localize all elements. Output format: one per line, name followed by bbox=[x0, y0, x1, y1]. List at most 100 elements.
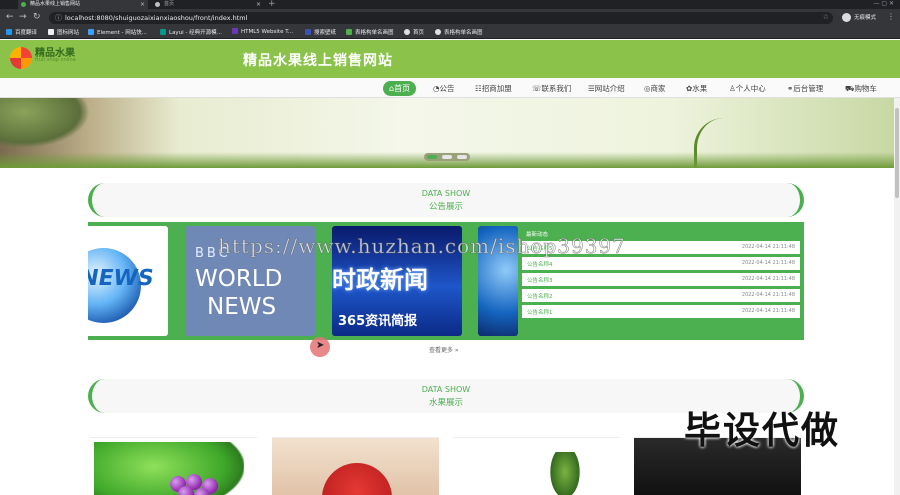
about-icon: ☰ bbox=[588, 84, 595, 93]
user-icon: ♙ bbox=[729, 84, 736, 93]
reload-icon[interactable]: ↻ bbox=[33, 12, 41, 22]
carousel-dot[interactable] bbox=[442, 155, 452, 159]
new-tab-button[interactable]: + bbox=[268, 0, 276, 9]
notice-time: 2022-04-14 21:11:48 bbox=[741, 260, 795, 266]
tab-title: 首页 bbox=[164, 1, 175, 7]
notice-title: 公告名称1 bbox=[527, 310, 553, 316]
site-header: 精品水果 fruit shop online 精品水果线上销售网站 bbox=[0, 40, 900, 78]
window-controls[interactable]: — ▢ ✕ bbox=[873, 0, 894, 7]
bookmark-item[interactable]: 表格构单名画图 bbox=[435, 28, 483, 36]
product-card-berry[interactable] bbox=[272, 437, 439, 495]
back-icon[interactable]: ← bbox=[6, 12, 14, 22]
bookmark-item[interactable]: HTML5 Website T... bbox=[232, 28, 293, 35]
notice-title: 公告名称3 bbox=[527, 278, 553, 284]
leaf-decoration bbox=[0, 98, 90, 148]
notice-section-heading: DATA SHOW 公告展示 bbox=[88, 183, 804, 217]
join-icon: ☷ bbox=[475, 84, 482, 93]
bookmark-favicon-icon bbox=[88, 29, 94, 35]
bookmark-item[interactable]: 搜索壁纸 bbox=[305, 28, 336, 36]
nav-item-contact[interactable]: ☏联系我们 bbox=[532, 83, 571, 94]
carousel-indicators bbox=[424, 153, 470, 161]
profile-label[interactable]: 无痕模式 bbox=[854, 13, 876, 21]
browser-toolbar: ← → ↻ ⓘ localhost:8080/shuiguozaixianxia… bbox=[0, 9, 900, 26]
bookmark-favicon-icon bbox=[48, 29, 54, 35]
nav-item-join[interactable]: ☷招商加盟 bbox=[475, 83, 512, 94]
close-icon[interactable]: × bbox=[140, 0, 145, 9]
browser-tab-strip: 精品水果线上销售网站 × 首页 × + — ▢ ✕ bbox=[0, 0, 900, 9]
close-icon[interactable]: × bbox=[256, 0, 261, 9]
browser-menu-icon[interactable]: ⋮ bbox=[887, 12, 895, 21]
profile-avatar[interactable] bbox=[842, 13, 851, 22]
logo-subtitle: fruit shop online bbox=[35, 57, 76, 63]
product-card-pineapple[interactable] bbox=[453, 437, 620, 495]
bookmark-favicon-icon bbox=[435, 29, 441, 35]
browser-tab[interactable]: 首页 × bbox=[152, 0, 264, 9]
list-item[interactable]: 公告名称2 2022-04-14 21:11:48 bbox=[522, 289, 800, 302]
site-favicon-icon bbox=[21, 2, 26, 7]
product-card-grape[interactable] bbox=[90, 437, 257, 495]
bookmark-item[interactable]: Layui - 经典开源模... bbox=[160, 28, 222, 36]
grape-image bbox=[178, 486, 194, 495]
hero-banner[interactable] bbox=[0, 98, 894, 168]
bookmark-favicon-icon bbox=[404, 29, 410, 35]
nav-item-admin[interactable]: ⚭后台管理 bbox=[787, 83, 823, 94]
bookmark-item[interactable]: 表格构单名画图 bbox=[346, 28, 394, 36]
bookmark-item[interactable]: Element - 网站快... bbox=[88, 28, 147, 36]
contact-icon: ☏ bbox=[532, 84, 542, 93]
bookmark-favicon-icon bbox=[160, 29, 166, 35]
fruit-logo-icon[interactable] bbox=[10, 47, 32, 69]
forward-icon[interactable]: → bbox=[19, 12, 27, 22]
nav-item-home[interactable]: ⌂首页 bbox=[383, 81, 417, 96]
list-item[interactable]: 公告名称3 2022-04-14 21:11:48 bbox=[522, 273, 800, 286]
nav-item-about[interactable]: ☰网站介绍 bbox=[588, 83, 625, 94]
info-icon[interactable]: ⓘ bbox=[55, 13, 62, 23]
globe-icon bbox=[155, 2, 160, 7]
card-text: 365资讯简报 bbox=[338, 314, 418, 329]
notice-time: 2022-04-14 21:11:48 bbox=[741, 292, 795, 298]
nav-item-fruit[interactable]: ✿水果 bbox=[686, 83, 707, 94]
berry-image bbox=[322, 463, 392, 495]
watermark-url: https://www.huzhan.com/ishop39397 bbox=[218, 234, 626, 259]
list-item[interactable]: 公告名称4 2022-04-14 21:11:48 bbox=[522, 257, 800, 270]
notice-title: 公告名称4 bbox=[527, 262, 553, 268]
cursor-arrow-icon: ➤ bbox=[316, 340, 325, 351]
nav-item-cart[interactable]: ⛟购物车 bbox=[845, 83, 877, 94]
address-bar[interactable]: ⓘ localhost:8080/shuiguozaixianxiaoshou/… bbox=[49, 12, 833, 24]
bookmark-favicon-icon bbox=[232, 28, 238, 34]
watermark-text: 毕设代做 bbox=[684, 409, 840, 452]
bookmark-star-icon[interactable]: ☆ bbox=[823, 13, 829, 21]
url-text[interactable]: localhost:8080/shuiguozaixianxiaoshou/fr… bbox=[65, 14, 247, 22]
card-text: NEWS bbox=[207, 294, 277, 320]
grape-leaf-image bbox=[94, 442, 244, 495]
bookmark-item[interactable]: 图标网站 bbox=[48, 28, 79, 36]
list-item[interactable]: 公告名称1 2022-04-14 21:11:48 bbox=[522, 305, 800, 318]
scrollbar-thumb[interactable] bbox=[895, 108, 899, 198]
page-scrollbar[interactable] bbox=[894, 98, 900, 495]
site-title: 精品水果线上销售网站 bbox=[243, 53, 393, 69]
view-more-link[interactable]: 查看更多 » bbox=[429, 345, 459, 354]
notice-time: 2022-04-14 21:11:48 bbox=[741, 276, 795, 282]
browser-tab-active[interactable]: 精品水果线上销售网站 × bbox=[18, 0, 148, 9]
bookmark-favicon-icon bbox=[6, 29, 12, 35]
nav-item-user-center[interactable]: ♙个人中心 bbox=[729, 83, 766, 94]
bookmarks-bar: 百度翻译 图标网站 Element - 网站快... Layui - 经典开源模… bbox=[0, 26, 900, 39]
notice-time: 2022-04-14 21:11:48 bbox=[741, 244, 795, 250]
section-heading-cn: 公告展示 bbox=[428, 202, 463, 212]
bookmark-item[interactable]: 首页 bbox=[404, 28, 424, 36]
section-heading-en: DATA SHOW bbox=[421, 385, 471, 394]
carousel-dot[interactable] bbox=[427, 155, 437, 159]
cursor-highlight: ➤ bbox=[310, 337, 330, 357]
card-text: 时政新闻 bbox=[332, 266, 428, 294]
notice-time: 2022-04-14 21:11:48 bbox=[741, 308, 795, 314]
bookmark-favicon-icon bbox=[346, 29, 352, 35]
bookmark-favicon-icon bbox=[305, 29, 311, 35]
card-text: WORLD bbox=[195, 266, 283, 292]
pineapple-image bbox=[548, 452, 582, 495]
nav-item-notice[interactable]: ◔公告 bbox=[433, 83, 455, 94]
nav-item-merchant[interactable]: ◎商家 bbox=[644, 83, 666, 94]
notice-card[interactable]: NEWS bbox=[88, 226, 168, 336]
carousel-dot[interactable] bbox=[457, 155, 467, 159]
main-nav: ⌂首页 ◔公告 ☷招商加盟 ☏联系我们 ☰网站介绍 ◎商家 ✿水果 ♙个人中心 … bbox=[0, 78, 900, 98]
bookmark-item[interactable]: 百度翻译 bbox=[6, 28, 37, 36]
tab-title: 精品水果线上销售网站 bbox=[30, 1, 81, 7]
